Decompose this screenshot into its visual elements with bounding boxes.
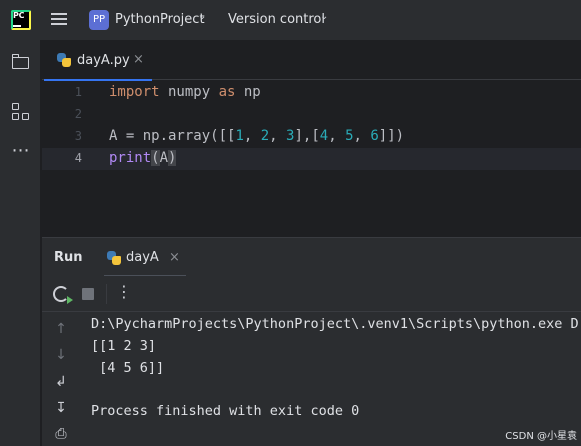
scroll-to-end-icon[interactable]: ↧ bbox=[53, 400, 69, 416]
arrow-up-icon[interactable]: ↑ bbox=[53, 321, 69, 337]
rerun-icon[interactable] bbox=[53, 286, 73, 304]
chevron-down-icon[interactable]: ⌄ bbox=[198, 11, 206, 22]
code-editor[interactable]: 1 2 3 4 import numpy as np A = np.array(… bbox=[42, 81, 581, 236]
soft-wrap-icon[interactable]: ↲ bbox=[53, 374, 69, 390]
project-selector[interactable]: PythonProject bbox=[115, 12, 205, 27]
line-number: 3 bbox=[74, 129, 82, 143]
print-icon[interactable]: ⎙ bbox=[53, 426, 69, 442]
python-run-icon bbox=[107, 251, 121, 265]
console-actions: ↑ ↓ ↲ ↧ ⎙ bbox=[42, 312, 80, 446]
close-icon[interactable]: × bbox=[133, 52, 144, 67]
code-line[interactable]: import numpy as np bbox=[109, 84, 261, 100]
code-line[interactable]: A = np.array([[1, 2, 3],[4, 5, 6]]) bbox=[109, 128, 404, 144]
tab-label: dayA.py bbox=[77, 53, 130, 68]
run-panel-title: Run bbox=[54, 250, 83, 265]
toolbar-divider bbox=[106, 284, 107, 304]
python-file-icon bbox=[57, 53, 71, 67]
run-tab-label: dayA bbox=[126, 250, 159, 265]
stop-icon[interactable] bbox=[82, 288, 94, 300]
console-line: Process finished with exit code 0 bbox=[91, 403, 360, 419]
code-line[interactable]: print(A) bbox=[109, 150, 177, 166]
tab-daya-py[interactable]: dayA.py × bbox=[44, 40, 152, 81]
version-control-menu[interactable]: Version control bbox=[228, 12, 325, 27]
line-number: 1 bbox=[74, 85, 82, 99]
line-number: 2 bbox=[74, 107, 82, 121]
watermark: CSDN @小星袁 bbox=[505, 431, 577, 442]
main-menu-icon[interactable] bbox=[51, 12, 67, 26]
console-output[interactable]: D:\PycharmProjects\PythonProject\.venv1\… bbox=[80, 312, 581, 446]
run-panel-header: Run dayA × bbox=[42, 237, 581, 277]
arrow-down-icon[interactable]: ↓ bbox=[53, 347, 69, 363]
run-toolbar: ⋮ bbox=[42, 276, 581, 312]
more-tools-icon[interactable]: ⋯ bbox=[10, 140, 32, 162]
close-icon[interactable]: × bbox=[169, 250, 180, 265]
tool-window-strip: ⋯ bbox=[0, 40, 41, 446]
pycharm-logo-icon[interactable]: PC bbox=[11, 10, 31, 30]
line-number: 4 bbox=[74, 151, 82, 165]
run-tab-daya[interactable]: dayA × bbox=[104, 242, 186, 277]
more-options-icon[interactable]: ⋮ bbox=[116, 282, 132, 302]
project-badge-icon[interactable]: PP bbox=[89, 10, 109, 30]
chevron-down-icon[interactable]: ⌄ bbox=[320, 11, 328, 22]
title-bar: PC PP PythonProject ⌄ Version control ⌄ bbox=[0, 0, 581, 40]
project-folder-icon[interactable] bbox=[10, 52, 32, 74]
console-line: [4 5 6]] bbox=[91, 360, 165, 376]
console-line: [[1 2 3] bbox=[91, 338, 157, 354]
editor-tab-bar: dayA.py × bbox=[42, 40, 581, 81]
structure-icon[interactable] bbox=[10, 101, 32, 123]
console-line: D:\PycharmProjects\PythonProject\.venv1\… bbox=[91, 316, 581, 332]
